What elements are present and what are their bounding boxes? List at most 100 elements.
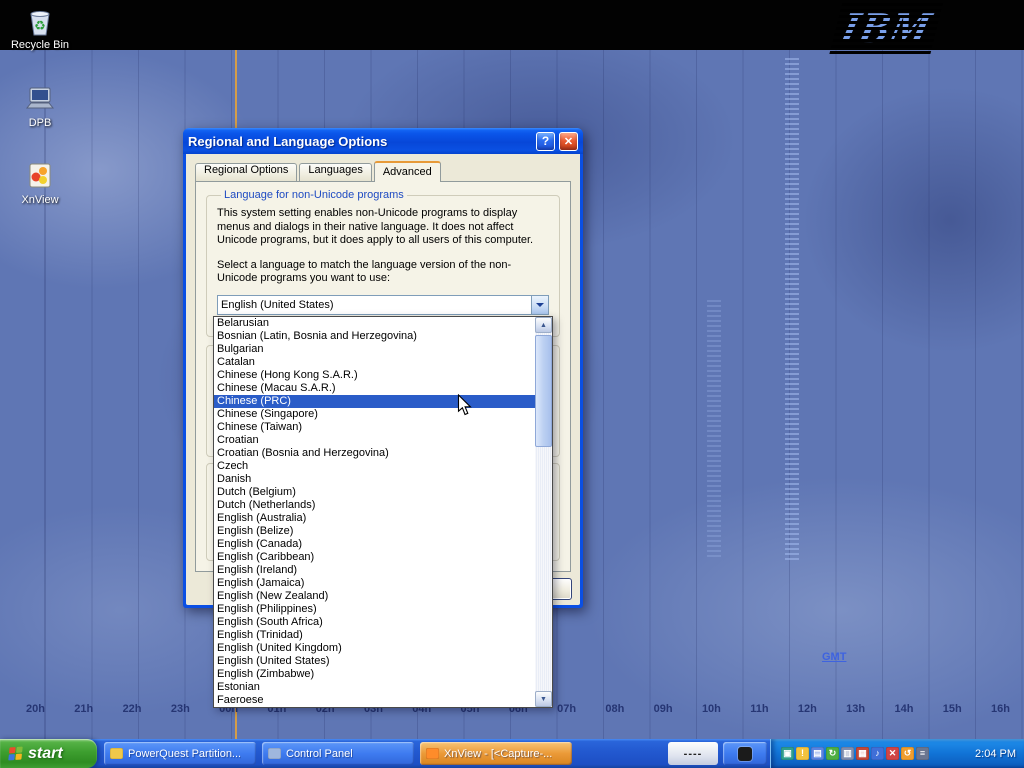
language-combobox[interactable]: English (United States): [217, 295, 549, 315]
dropdown-item[interactable]: Bulgarian: [214, 343, 535, 356]
task-label: PowerQuest Partition...: [128, 748, 241, 760]
dropdown-item[interactable]: English (Canada): [214, 538, 535, 551]
device-icon[interactable]: ▥: [841, 747, 854, 760]
dropdown-item[interactable]: Czech: [214, 460, 535, 473]
taskbar-task-button[interactable]: PowerQuest Partition...: [104, 742, 256, 765]
task-app-icon: [268, 748, 281, 759]
dropdown-item[interactable]: Estonian: [214, 681, 535, 694]
tab[interactable]: Languages: [299, 163, 371, 181]
gmt-label: GMT: [822, 651, 846, 663]
dropdown-item[interactable]: Chinese (Taiwan): [214, 421, 535, 434]
dropdown-item[interactable]: Croatian (Bosnia and Herzegovina): [214, 447, 535, 460]
hatched-band: [707, 300, 721, 560]
instruction-text: Select a language to match the language …: [217, 259, 549, 286]
update-icon[interactable]: ↺: [901, 747, 914, 760]
start-button-label: start: [28, 745, 63, 763]
dropdown-items: BelarusianBosnian (Latin, Bosnia and Her…: [214, 317, 535, 707]
dropdown-item[interactable]: English (Australia): [214, 512, 535, 525]
timezone-label: 08h: [605, 703, 624, 715]
taskbar-task-button[interactable]: Control Panel: [262, 742, 414, 765]
dropdown-item[interactable]: Faeroese: [214, 694, 535, 707]
scroll-up-button[interactable]: ▲: [535, 317, 552, 333]
dropdown-item[interactable]: Bosnian (Latin, Bosnia and Herzegovina): [214, 330, 535, 343]
dropdown-item[interactable]: English (Philippines): [214, 603, 535, 616]
task-button-area: PowerQuest Partition... Control Panel Xn…: [104, 742, 572, 765]
task-label: XnView - [<Capture-...: [444, 748, 552, 760]
dropdown-item[interactable]: English (Ireland): [214, 564, 535, 577]
dropdown-item[interactable]: English (Jamaica): [214, 577, 535, 590]
group-title: Language for non-Unicode programs: [221, 189, 407, 201]
alert-icon[interactable]: !: [796, 747, 809, 760]
dropdown-item[interactable]: Chinese (Singapore): [214, 408, 535, 421]
tab[interactable]: Advanced: [374, 161, 441, 182]
dropdown-item[interactable]: Belarusian: [214, 317, 535, 330]
dropdown-item[interactable]: Chinese (Macau S.A.R.): [214, 382, 535, 395]
tray-icon-area: ▣!▤↻▥▦♪✕↺≡: [781, 747, 969, 760]
timezone-label: 07h: [557, 703, 576, 715]
timezone-label: 09h: [654, 703, 673, 715]
network-icon[interactable]: ▣: [781, 747, 794, 760]
dialog-title: Regional and Language Options: [188, 134, 532, 149]
combobox-dropdown-arrow-icon[interactable]: [531, 296, 548, 314]
taskbar-app-segment[interactable]: [723, 742, 767, 765]
dropdown-item[interactable]: English (New Zealand): [214, 590, 535, 603]
volume-icon[interactable]: ♪: [871, 747, 884, 760]
power-icon[interactable]: ≡: [916, 747, 929, 760]
timezone-label: 14h: [894, 703, 913, 715]
dropdown-item[interactable]: English (South Africa): [214, 616, 535, 629]
mute-icon[interactable]: ✕: [886, 747, 899, 760]
grid-icon[interactable]: ▦: [856, 747, 869, 760]
description-text: This system setting enables non-Unicode …: [217, 207, 549, 248]
timezone-label: 22h: [123, 703, 142, 715]
dropdown-item[interactable]: English (United Kingdom): [214, 642, 535, 655]
tab-strip: Regional OptionsLanguagesAdvanced: [195, 161, 443, 182]
timezone-label: 20h: [26, 703, 45, 715]
dialog-titlebar[interactable]: Regional and Language Options ? ✕: [183, 128, 583, 154]
recycle-bin-icon: ♻: [23, 5, 57, 37]
task-app-icon: [426, 748, 439, 759]
dropdown-item[interactable]: Chinese (PRC): [214, 395, 535, 408]
timezone-label: 13h: [846, 703, 865, 715]
windows-logo-icon: [8, 747, 23, 761]
help-button[interactable]: ?: [536, 132, 555, 151]
dropdown-item[interactable]: English (United States): [214, 655, 535, 668]
dropdown-scrollbar[interactable]: ▲ ▼: [535, 317, 552, 707]
desktop-icon-dpb[interactable]: DPB: [2, 83, 78, 129]
hatched-band: [785, 58, 799, 563]
icon-label: Recycle Bin: [2, 39, 78, 51]
sync-icon[interactable]: ↻: [826, 747, 839, 760]
dropdown-item[interactable]: Catalan: [214, 356, 535, 369]
scroll-down-button[interactable]: ▼: [535, 691, 552, 707]
icon-label: XnView: [2, 194, 78, 206]
taskbar: start PowerQuest Partition... Control Pa…: [0, 739, 1024, 768]
dropdown-item[interactable]: Chinese (Hong Kong S.A.R.): [214, 369, 535, 382]
timezone-label: 23h: [171, 703, 190, 715]
dropdown-item[interactable]: English (Caribbean): [214, 551, 535, 564]
start-button[interactable]: start: [0, 739, 97, 768]
close-button[interactable]: ✕: [559, 132, 578, 151]
scrollbar-track[interactable]: [535, 333, 552, 691]
scrollbar-thumb[interactable]: [535, 335, 552, 447]
taskbar-clock[interactable]: 2:04 PM: [975, 748, 1016, 760]
desktop: GMT 20h21h22h23h00h01h02h03h04h05h06h07h…: [0, 0, 1024, 768]
ibm-logo: IBM: [829, 0, 943, 55]
desktop-icon-recycle-bin[interactable]: ♻ Recycle Bin: [2, 5, 78, 51]
task-app-icon: [110, 748, 123, 759]
combobox-value: English (United States): [218, 299, 531, 311]
dropdown-item[interactable]: Danish: [214, 473, 535, 486]
group-language-non-unicode: Language for non-Unicode programs This s…: [206, 189, 560, 337]
taskbar-collapsed-toolbar[interactable]: ----: [668, 742, 718, 765]
dropdown-item[interactable]: English (Belize): [214, 525, 535, 538]
dropdown-item[interactable]: Dutch (Netherlands): [214, 499, 535, 512]
svg-text:♻: ♻: [34, 18, 46, 33]
tab[interactable]: Regional Options: [195, 163, 297, 181]
taskbar-task-button[interactable]: XnView - [<Capture-...: [420, 742, 572, 765]
dropdown-item[interactable]: English (Trinidad): [214, 629, 535, 642]
dropdown-item[interactable]: Croatian: [214, 434, 535, 447]
dropdown-item[interactable]: Dutch (Belgium): [214, 486, 535, 499]
display-icon[interactable]: ▤: [811, 747, 824, 760]
timezone-label: 16h: [991, 703, 1010, 715]
desktop-icon-xnview[interactable]: XnView: [2, 160, 78, 206]
system-tray: ▣!▤↻▥▦♪✕↺≡ 2:04 PM: [770, 739, 1024, 768]
dropdown-item[interactable]: English (Zimbabwe): [214, 668, 535, 681]
